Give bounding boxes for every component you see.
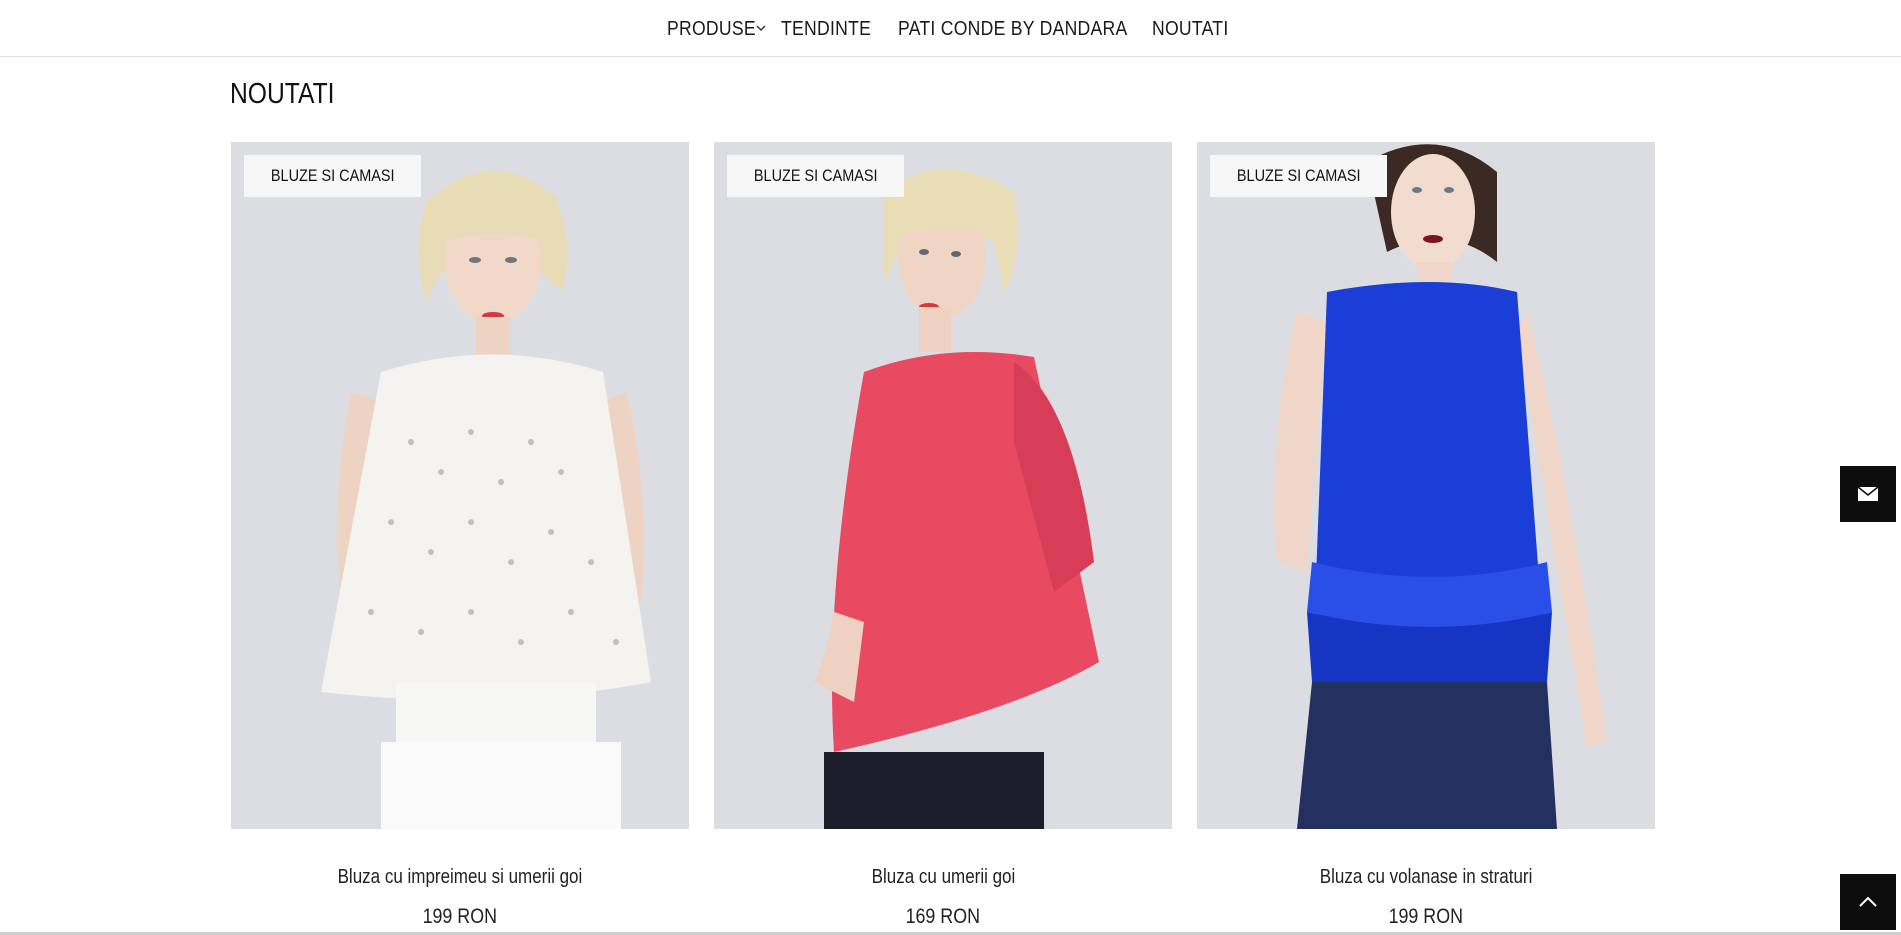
product-card[interactable]: BLUZE SI CAMASI Bluza cu umerii goi 169 … xyxy=(714,142,1172,928)
chevron-down-icon[interactable] xyxy=(754,21,768,35)
product-card[interactable]: BLUZE SI CAMASI Bluza cu impreimeu si um… xyxy=(231,142,689,928)
product-name[interactable]: Bluza cu impreimeu si umerii goi xyxy=(231,866,689,889)
model-photo xyxy=(1197,142,1655,829)
product-name[interactable]: Bluza cu umerii goi xyxy=(714,866,1172,889)
product-image[interactable]: BLUZE SI CAMASI xyxy=(714,142,1172,829)
nav-item-pati-conde[interactable]: PATI CONDE BY DANDARA xyxy=(898,18,1128,41)
nav-item-noutati[interactable]: NOUTATI xyxy=(1152,18,1228,41)
category-badge[interactable]: BLUZE SI CAMASI xyxy=(1210,155,1388,197)
model-photo xyxy=(714,142,1172,829)
page-title: NOUTATI xyxy=(230,78,335,110)
nav-item-produse[interactable]: PRODUSE xyxy=(667,18,756,41)
scroll-to-top-button[interactable] xyxy=(1840,874,1896,930)
product-price: 199 RON xyxy=(1388,905,1464,928)
top-navigation: PRODUSE TENDINTE PATI CONDE BY DANDARA N… xyxy=(0,0,1901,57)
product-card[interactable]: BLUZE SI CAMASI Bluza cu volanase in str… xyxy=(1197,142,1655,928)
product-price: 169 RON xyxy=(905,905,981,928)
chevron-up-icon xyxy=(1859,896,1877,907)
product-image[interactable]: BLUZE SI CAMASI xyxy=(1197,142,1655,829)
category-badge[interactable]: BLUZE SI CAMASI xyxy=(244,155,422,197)
product-name[interactable]: Bluza cu volanase in straturi xyxy=(1197,866,1655,889)
product-image[interactable]: BLUZE SI CAMASI xyxy=(231,142,689,829)
envelope-icon xyxy=(1857,486,1879,501)
model-photo xyxy=(231,142,689,829)
category-badge[interactable]: BLUZE SI CAMASI xyxy=(727,155,905,197)
nav-item-tendinte[interactable]: TENDINTE xyxy=(781,18,871,41)
product-price: 199 RON xyxy=(422,905,498,928)
contact-button[interactable] xyxy=(1840,466,1896,522)
